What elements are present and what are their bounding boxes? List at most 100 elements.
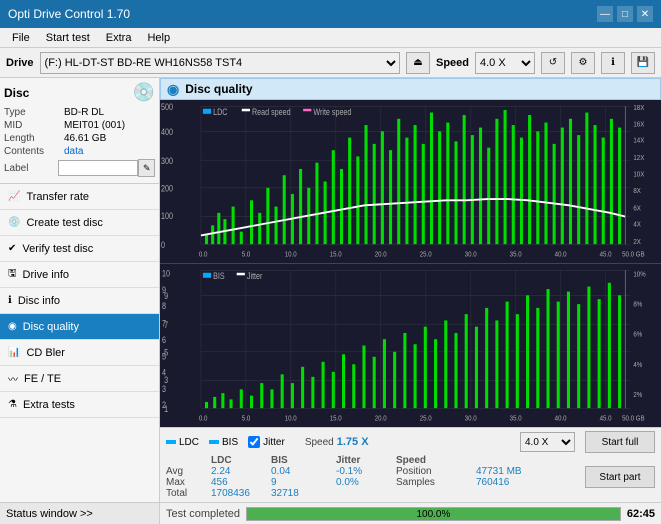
svg-text:45.0: 45.0 bbox=[600, 251, 612, 259]
svg-text:35.0: 35.0 bbox=[510, 415, 522, 423]
nav-fe-te-label: FE / TE bbox=[24, 373, 61, 385]
svg-text:10X: 10X bbox=[633, 171, 644, 179]
content-area: ◉ Disc quality bbox=[160, 78, 661, 524]
start-full-button[interactable]: Start full bbox=[585, 431, 655, 453]
speed-select[interactable]: 4.0 X bbox=[475, 52, 535, 74]
speed-static-label: Speed bbox=[305, 437, 334, 448]
info-button[interactable]: ℹ bbox=[601, 52, 625, 74]
eject-button[interactable]: ⏏ bbox=[406, 52, 430, 74]
svg-text:6%: 6% bbox=[633, 331, 642, 339]
stats-total-speed bbox=[396, 488, 476, 499]
nav-create-test-disc[interactable]: 💿 Create test disc bbox=[0, 210, 159, 236]
settings-button[interactable]: ⚙ bbox=[571, 52, 595, 74]
disc-icon: 💿 bbox=[133, 82, 155, 103]
disc-label-row: Label ✎ bbox=[4, 159, 155, 177]
menu-extra[interactable]: Extra bbox=[98, 30, 140, 46]
svg-text:40.0: 40.0 bbox=[555, 251, 567, 259]
stats-samples-value: 760416 bbox=[476, 477, 556, 488]
disc-label-btn[interactable]: ✎ bbox=[138, 159, 155, 177]
verify-disc-icon: ✔ bbox=[8, 243, 16, 254]
drive-label: Drive bbox=[6, 57, 34, 69]
menu-help[interactable]: Help bbox=[139, 30, 178, 46]
svg-text:4X: 4X bbox=[633, 221, 641, 229]
nav-transfer-rate[interactable]: 📈 Transfer rate bbox=[0, 184, 159, 210]
status-text: Test completed bbox=[166, 508, 240, 520]
stats-total-spacer bbox=[326, 488, 336, 499]
svg-text:6X: 6X bbox=[633, 205, 641, 213]
nav-cd-bler-label: CD Bler bbox=[26, 347, 65, 359]
nav-fe-te[interactable]: 〰 FE / TE bbox=[0, 366, 159, 392]
chart2-svg: 1 3 5 7 9 10 9 8 7 6 5 4 3 2 bbox=[160, 264, 661, 427]
svg-text:8X: 8X bbox=[633, 187, 641, 195]
svg-text:10.0: 10.0 bbox=[285, 415, 297, 423]
chart2-wrapper: 1 3 5 7 9 10 9 8 7 6 5 4 3 2 bbox=[160, 264, 661, 427]
stats-samples-label: Samples bbox=[396, 477, 476, 488]
disc-quality-title: Disc quality bbox=[185, 82, 252, 96]
chart1-svg: 0 100 200 300 400 500 0.0 5.0 10.0 15.0 … bbox=[160, 100, 661, 263]
create-disc-icon: 💿 bbox=[8, 217, 20, 228]
nav-create-disc-label: Create test disc bbox=[26, 217, 102, 229]
nav-verify-disc-label: Verify test disc bbox=[22, 243, 93, 255]
stats-avg-bis: 0.04 bbox=[271, 466, 326, 477]
sidebar: Disc 💿 Type BD-R DL MID MEIT01 (001) Len… bbox=[0, 78, 160, 524]
ldc-color-swatch bbox=[166, 440, 176, 444]
stats-bis-header: BIS bbox=[271, 455, 326, 466]
maximize-button[interactable]: □ bbox=[617, 6, 633, 22]
stats-speed-header: Speed bbox=[396, 455, 476, 466]
stats-position-header bbox=[476, 455, 556, 466]
stats-avg-ldc: 2.24 bbox=[211, 466, 271, 477]
minimize-button[interactable]: — bbox=[597, 6, 613, 22]
nav-disc-info[interactable]: ℹ Disc info bbox=[0, 288, 159, 314]
svg-text:16X: 16X bbox=[633, 121, 644, 129]
status-window-label: Status window >> bbox=[6, 508, 93, 520]
svg-text:7: 7 bbox=[162, 319, 166, 329]
save-button[interactable]: 💾 bbox=[631, 52, 655, 74]
drive-select[interactable]: (F:) HL-DT-ST BD-RE WH16NS58 TST4 bbox=[40, 52, 400, 74]
svg-text:30.0: 30.0 bbox=[465, 251, 477, 259]
svg-text:LDC: LDC bbox=[213, 107, 228, 117]
svg-text:20.0: 20.0 bbox=[375, 415, 387, 423]
svg-text:10.0: 10.0 bbox=[285, 251, 297, 259]
nav-cd-bler[interactable]: 📊 CD Bler bbox=[0, 340, 159, 366]
disc-quality-header-icon: ◉ bbox=[167, 81, 179, 98]
nav-drive-info[interactable]: 🖫 Drive info bbox=[0, 262, 159, 288]
stats-speed-select[interactable]: 4.0 X bbox=[520, 432, 575, 452]
start-part-button[interactable]: Start part bbox=[585, 466, 655, 488]
svg-text:500: 500 bbox=[161, 102, 173, 112]
nav-disc-quality[interactable]: ◉ Disc quality bbox=[0, 314, 159, 340]
status-window-button[interactable]: Status window >> bbox=[0, 502, 159, 524]
transfer-rate-icon: 📈 bbox=[8, 191, 20, 202]
svg-text:9: 9 bbox=[162, 285, 166, 295]
svg-text:0: 0 bbox=[161, 240, 165, 250]
close-button[interactable]: ✕ bbox=[637, 6, 653, 22]
svg-text:40.0: 40.0 bbox=[555, 415, 567, 423]
stats-avg-spacer bbox=[326, 466, 336, 477]
nav-extra-tests[interactable]: ⚗ Extra tests bbox=[0, 392, 159, 418]
main-layout: Disc 💿 Type BD-R DL MID MEIT01 (001) Len… bbox=[0, 78, 661, 524]
disc-label-input[interactable] bbox=[58, 160, 138, 176]
jitter-checkbox[interactable] bbox=[248, 436, 260, 448]
nav-verify-test-disc[interactable]: ✔ Verify test disc bbox=[0, 236, 159, 262]
refresh-button[interactable]: ↺ bbox=[541, 52, 565, 74]
svg-text:Write speed: Write speed bbox=[313, 107, 351, 117]
legend-ldc-label: LDC bbox=[179, 437, 199, 448]
disc-mid-value: MEIT01 (001) bbox=[64, 120, 125, 131]
speed-label: Speed bbox=[436, 57, 469, 69]
disc-contents-row: Contents data bbox=[4, 146, 155, 157]
svg-text:4: 4 bbox=[162, 368, 166, 378]
disc-info-icon: ℹ bbox=[8, 295, 12, 306]
disc-quality-icon: ◉ bbox=[8, 321, 17, 332]
stats-empty-header bbox=[166, 455, 211, 466]
stats-ldc-header: LDC bbox=[211, 455, 271, 466]
stats-total-label: Total bbox=[166, 488, 211, 499]
svg-text:3: 3 bbox=[162, 384, 166, 394]
svg-text:25.0: 25.0 bbox=[420, 251, 432, 259]
svg-text:50.0 GB: 50.0 GB bbox=[622, 251, 645, 259]
speed-value: 1.75 X bbox=[337, 436, 369, 448]
menu-start-test[interactable]: Start test bbox=[38, 30, 98, 46]
stats-max-label: Max bbox=[166, 477, 211, 488]
nav-disc-info-label: Disc info bbox=[18, 295, 60, 307]
svg-text:4%: 4% bbox=[633, 361, 642, 369]
menu-file[interactable]: File bbox=[4, 30, 38, 46]
window-controls: — □ ✕ bbox=[597, 6, 653, 22]
